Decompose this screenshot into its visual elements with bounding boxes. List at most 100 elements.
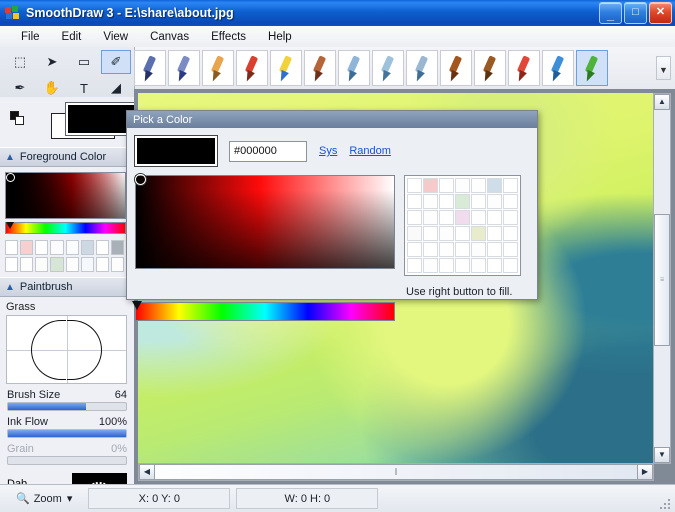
dialog-color-swatch[interactable] [471, 178, 486, 193]
dialog-color-swatch[interactable] [407, 242, 422, 257]
color-swatch[interactable] [80, 257, 94, 272]
airbrush-brush[interactable] [338, 50, 370, 86]
swap-colors-icon[interactable] [10, 111, 26, 127]
dialog-color-swatch[interactable] [503, 258, 518, 273]
grass-brush[interactable] [576, 50, 608, 86]
vertical-scroll-thumb[interactable]: ≡ [654, 214, 670, 346]
red-pencil-brush[interactable] [236, 50, 268, 86]
menu-item-canvas[interactable]: Canvas [139, 28, 200, 46]
maximize-button[interactable]: □ [624, 2, 647, 24]
menu-item-view[interactable]: View [92, 28, 139, 46]
resize-grip[interactable] [660, 497, 672, 509]
dialog-hue-slider[interactable] [132, 301, 395, 321]
dialog-color-swatch[interactable] [423, 178, 438, 193]
dialog-color-swatch[interactable] [407, 178, 422, 193]
close-button[interactable]: ✕ [649, 2, 672, 24]
spatter-brush[interactable] [372, 50, 404, 86]
dialog-color-swatch[interactable] [455, 178, 470, 193]
horizontal-scrollbar[interactable]: ◀ ∥ ▶ [138, 463, 654, 481]
dialog-color-swatch[interactable] [423, 258, 438, 273]
color-swatch[interactable] [80, 240, 94, 255]
color-swatch[interactable] [110, 240, 124, 255]
color-swatch[interactable] [35, 240, 49, 255]
dialog-color-swatch[interactable] [471, 258, 486, 273]
scroll-down-button[interactable]: ▼ [654, 447, 670, 463]
dialog-color-swatch[interactable] [487, 194, 502, 209]
dialog-color-swatch[interactable] [487, 210, 502, 225]
eraser-brush[interactable] [508, 50, 540, 86]
dialog-color-swatch[interactable] [503, 226, 518, 241]
move-tool[interactable]: ➤ [37, 50, 67, 74]
dialog-color-swatch[interactable] [487, 242, 502, 257]
dialog-color-swatch[interactable] [439, 242, 454, 257]
hue-slider[interactable] [5, 222, 126, 234]
zoom-control[interactable]: 🔍 Zoom ▾ [6, 489, 82, 508]
dialog-color-swatch[interactable] [471, 242, 486, 257]
color-swatch[interactable] [50, 240, 64, 255]
color-swatch[interactable] [95, 240, 109, 255]
color-swatch[interactable] [95, 257, 109, 272]
dialog-color-swatch[interactable] [471, 226, 486, 241]
vertical-scrollbar[interactable]: ▲ ≡ ▼ [653, 93, 671, 464]
color-swatch[interactable] [20, 240, 34, 255]
dialog-color-swatch[interactable] [487, 178, 502, 193]
color-swatch[interactable] [50, 257, 64, 272]
scroll-up-button[interactable]: ▲ [654, 94, 670, 110]
dialog-color-swatch[interactable] [503, 242, 518, 257]
dialog-color-swatch[interactable] [503, 210, 518, 225]
oil-brush[interactable] [440, 50, 472, 86]
eraser-tool[interactable]: ▭ [69, 50, 99, 74]
paintbrush-tool[interactable]: ✐ [101, 50, 131, 74]
dialog-color-swatch[interactable] [503, 178, 518, 193]
dialog-color-swatch[interactable] [407, 210, 422, 225]
dialog-color-swatch[interactable] [423, 226, 438, 241]
foreground-color-panel-header[interactable]: ▲ Foreground Color [0, 147, 134, 167]
menu-item-help[interactable]: Help [257, 28, 303, 46]
dialog-color-swatch[interactable] [423, 210, 438, 225]
pen-brush[interactable] [134, 50, 166, 86]
dialog-color-swatch[interactable] [423, 194, 438, 209]
brush-shape-preview[interactable] [6, 315, 127, 384]
grain-slider[interactable] [7, 456, 127, 465]
saturation-value-picker[interactable] [5, 172, 126, 219]
dialog-color-swatch[interactable] [487, 226, 502, 241]
ink-pen-brush[interactable] [168, 50, 200, 86]
dialog-color-swatch[interactable] [439, 178, 454, 193]
marquee-select-tool[interactable]: ⬚ [5, 50, 35, 74]
color-swatch[interactable] [20, 257, 34, 272]
menu-item-file[interactable]: File [10, 28, 51, 46]
dialog-color-swatch[interactable] [439, 194, 454, 209]
dialog-sv-picker[interactable] [135, 174, 395, 269]
minimize-button[interactable]: _ [599, 2, 622, 24]
color-swatch[interactable] [65, 240, 79, 255]
dialog-color-swatch[interactable] [455, 242, 470, 257]
foreground-color-chip[interactable] [65, 102, 134, 136]
sys-colors-link[interactable]: Sys [319, 145, 337, 157]
wet-brush[interactable] [474, 50, 506, 86]
dialog-color-swatch[interactable] [471, 194, 486, 209]
dialog-color-swatch[interactable] [439, 210, 454, 225]
menu-item-edit[interactable]: Edit [51, 28, 93, 46]
ink-flow-slider[interactable] [7, 429, 127, 438]
dialog-color-swatch[interactable] [455, 226, 470, 241]
blur-brush[interactable] [542, 50, 574, 86]
dialog-color-swatch[interactable] [503, 194, 518, 209]
random-color-link[interactable]: Random [349, 145, 391, 157]
dialog-color-swatch[interactable] [455, 210, 470, 225]
color-swatch[interactable] [5, 257, 19, 272]
dialog-color-swatch[interactable] [439, 226, 454, 241]
dialog-color-swatch[interactable] [423, 242, 438, 257]
color-swatch[interactable] [5, 240, 19, 255]
dialog-color-swatch[interactable] [407, 226, 422, 241]
scroll-left-button[interactable]: ◀ [139, 464, 155, 480]
crayon-brush[interactable] [270, 50, 302, 86]
color-swatch[interactable] [65, 257, 79, 272]
hex-color-input[interactable]: #000000 [229, 140, 307, 162]
dialog-color-swatch[interactable] [407, 194, 422, 209]
dialog-color-swatch[interactable] [471, 210, 486, 225]
color-swatch[interactable] [110, 257, 124, 272]
brush-size-slider[interactable] [7, 402, 127, 411]
paintbrush-panel-header[interactable]: ▲ Paintbrush [0, 277, 134, 297]
dialog-color-swatch[interactable] [439, 258, 454, 273]
color-swatch[interactable] [35, 257, 49, 272]
